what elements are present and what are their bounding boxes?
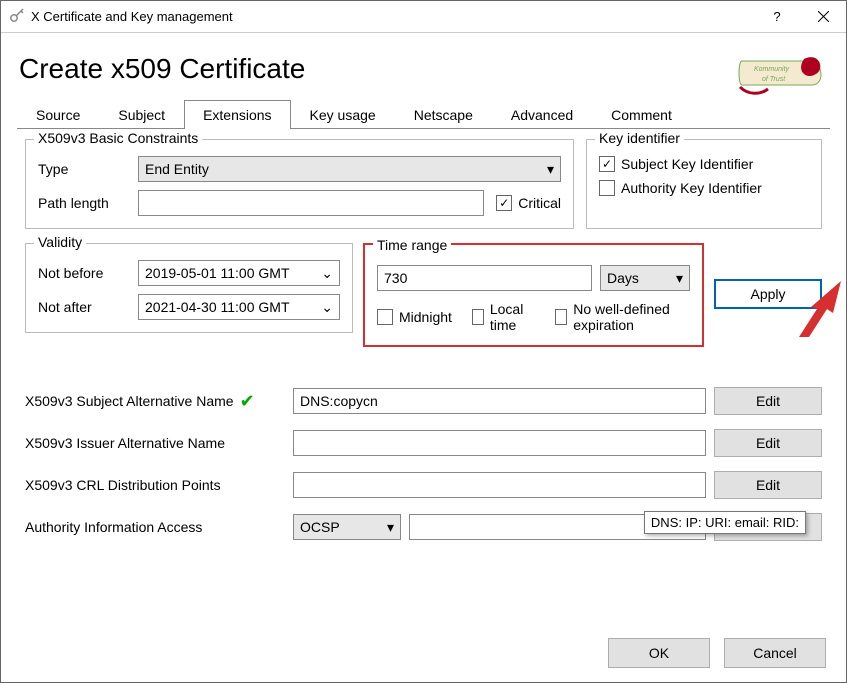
not-after-select[interactable]: 2021-04-30 11:00 GMT ⌄	[138, 294, 340, 320]
type-select[interactable]: End Entity ▾	[138, 156, 561, 182]
time-range-value-input[interactable]	[377, 265, 592, 291]
time-range-legend: Time range	[373, 237, 451, 253]
chevron-down-icon: ⌄	[321, 265, 333, 282]
tab-key-usage[interactable]: Key usage	[291, 100, 395, 129]
authority-key-identifier-checkbox[interactable]: Authority Key Identifier	[599, 180, 809, 196]
close-icon	[818, 11, 829, 22]
chevron-down-icon: ▾	[387, 519, 394, 536]
crl-label: X509v3 CRL Distribution Points	[25, 477, 285, 493]
tooltip: DNS: IP: URI: email: RID:	[644, 511, 806, 534]
key-identifier-legend: Key identifier	[595, 130, 684, 146]
tab-subject[interactable]: Subject	[99, 100, 184, 129]
tab-source[interactable]: Source	[17, 100, 99, 129]
type-label: Type	[38, 161, 138, 177]
san-edit-button[interactable]: Edit	[714, 387, 822, 415]
chevron-down-icon: ▾	[547, 161, 554, 178]
tabpage-extensions: X509v3 Basic Constraints Type End Entity…	[19, 129, 828, 541]
dialog-buttons: OK Cancel	[608, 638, 826, 668]
key-icon	[9, 7, 25, 26]
not-before-select[interactable]: 2019-05-01 11:00 GMT ⌄	[138, 260, 340, 286]
no-expiration-checkbox[interactable]: No well-defined expiration	[555, 301, 690, 333]
tab-netscape[interactable]: Netscape	[395, 100, 492, 129]
client-area: Create x509 Certificate Kommunity of Tru…	[1, 33, 846, 541]
ok-button[interactable]: OK	[608, 638, 710, 668]
chevron-down-icon: ⌄	[321, 299, 333, 316]
checkbox-icon	[599, 156, 615, 172]
aia-label: Authority Information Access	[25, 519, 285, 535]
annotation-arrow-icon	[797, 279, 845, 339]
cancel-button[interactable]: Cancel	[724, 638, 826, 668]
svg-text:Kommunity: Kommunity	[754, 66, 790, 73]
window-title: X Certificate and Key management	[31, 9, 233, 24]
checkbox-icon	[472, 309, 484, 325]
tab-extensions[interactable]: Extensions	[184, 100, 290, 129]
not-after-label: Not after	[38, 299, 138, 315]
aia-method-select[interactable]: OCSP ▾	[293, 514, 401, 540]
valid-checkmark-icon: ✔	[240, 391, 255, 412]
path-length-label: Path length	[38, 195, 138, 211]
group-basic-constraints: X509v3 Basic Constraints Type End Entity…	[25, 139, 574, 229]
close-button[interactable]	[800, 1, 846, 33]
app-logo: Kommunity of Trust	[734, 51, 824, 95]
chevron-down-icon: ▾	[676, 270, 683, 287]
path-length-input[interactable]	[138, 190, 484, 216]
checkbox-icon	[599, 180, 615, 196]
midnight-checkbox[interactable]: Midnight	[377, 301, 452, 333]
titlebar: X Certificate and Key management ?	[1, 1, 846, 33]
san-input[interactable]	[293, 388, 706, 414]
tab-bar: Source Subject Extensions Key usage Nets…	[17, 99, 830, 129]
ian-edit-button[interactable]: Edit	[714, 429, 822, 457]
critical-checkbox[interactable]: Critical	[496, 195, 561, 211]
ian-input[interactable]	[293, 430, 706, 456]
tab-comment[interactable]: Comment	[592, 100, 691, 129]
not-before-label: Not before	[38, 265, 138, 281]
crl-input[interactable]	[293, 472, 706, 498]
validity-legend: Validity	[34, 234, 86, 250]
page-title: Create x509 Certificate	[19, 53, 828, 85]
group-key-identifier: Key identifier Subject Key Identifier Au…	[586, 139, 822, 229]
svg-text:of Trust: of Trust	[762, 76, 786, 83]
local-time-checkbox[interactable]: Local time	[472, 301, 535, 333]
group-time-range: Time range Days ▾ Midnight Local	[363, 243, 704, 347]
checkbox-icon	[555, 309, 567, 325]
subject-key-identifier-checkbox[interactable]: Subject Key Identifier	[599, 156, 809, 172]
time-range-unit-select[interactable]: Days ▾	[600, 265, 690, 291]
checkbox-icon	[496, 195, 512, 211]
basic-constraints-legend: X509v3 Basic Constraints	[34, 130, 202, 146]
san-label: X509v3 Subject Alternative Name ✔	[25, 391, 285, 412]
checkbox-icon	[377, 309, 393, 325]
group-validity: Validity Not before 2019-05-01 11:00 GMT…	[25, 243, 353, 333]
crl-edit-button[interactable]: Edit	[714, 471, 822, 499]
help-button[interactable]: ?	[754, 1, 800, 33]
ian-label: X509v3 Issuer Alternative Name	[25, 435, 285, 451]
tab-advanced[interactable]: Advanced	[492, 100, 592, 129]
